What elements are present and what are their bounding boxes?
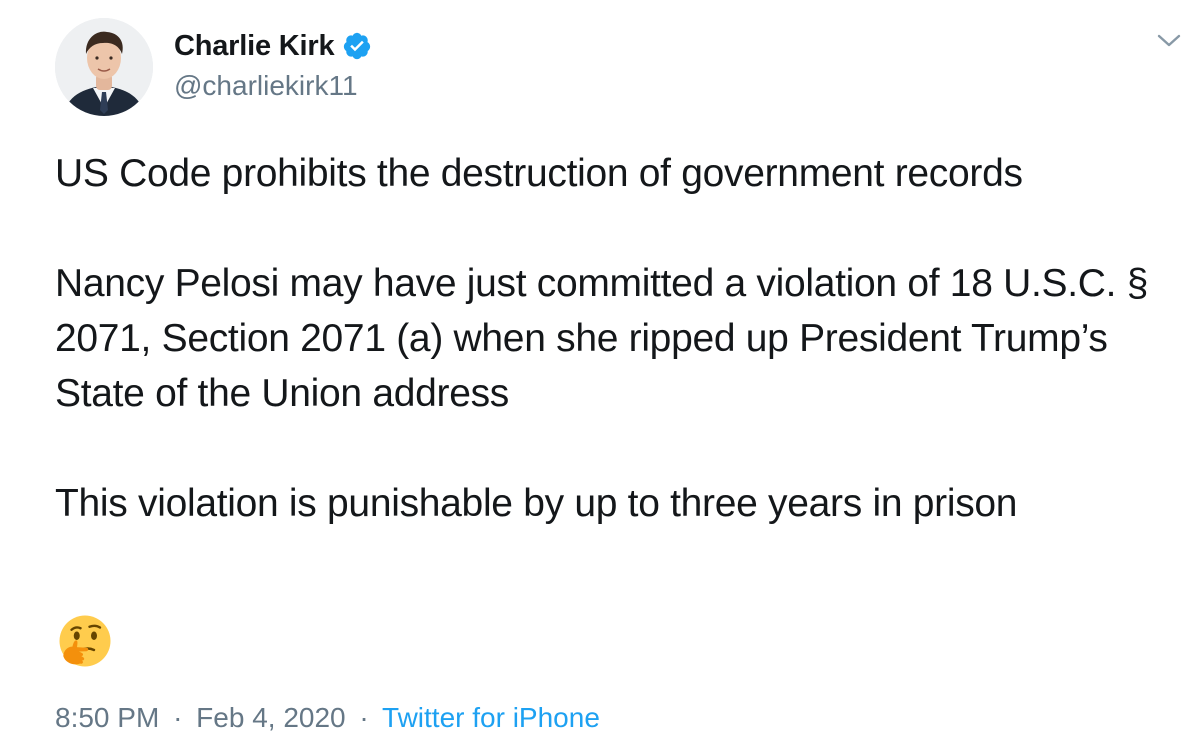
tweet-meta: 8:50 PM · Feb 4, 2020 · Twitter for iPho… (55, 702, 600, 734)
author-name-row: Charlie Kirk (174, 28, 372, 64)
meta-separator: · (173, 702, 183, 733)
tweet-source-link[interactable]: Twitter for iPhone (382, 702, 600, 733)
tweet-card: Charlie Kirk @charliekirk11 US Code proh… (0, 0, 1200, 754)
avatar-photo (55, 18, 153, 116)
tweet-text-paragraph: This violation is punishable by up to th… (55, 482, 1018, 525)
tweet-text: US Code prohibits the destruction of gov… (55, 146, 1190, 531)
meta-separator: · (359, 702, 369, 733)
tweet-time[interactable]: 8:50 PM (55, 702, 159, 733)
author-handle[interactable]: @charliekirk11 (174, 70, 372, 102)
thinking-face-icon (58, 614, 112, 668)
avatar[interactable] (55, 18, 153, 116)
tweet-date[interactable]: Feb 4, 2020 (196, 702, 345, 733)
author-display-name[interactable]: Charlie Kirk (174, 30, 335, 63)
verified-badge-icon (342, 31, 372, 61)
tweet-text-paragraph: Nancy Pelosi may have just committed a v… (55, 262, 1149, 415)
tweet-menu-button[interactable] (1152, 26, 1186, 60)
tweet-text-paragraph: US Code prohibits the destruction of gov… (55, 152, 1023, 195)
chevron-down-icon (1157, 34, 1181, 53)
author-block: Charlie Kirk @charliekirk11 (174, 28, 372, 102)
